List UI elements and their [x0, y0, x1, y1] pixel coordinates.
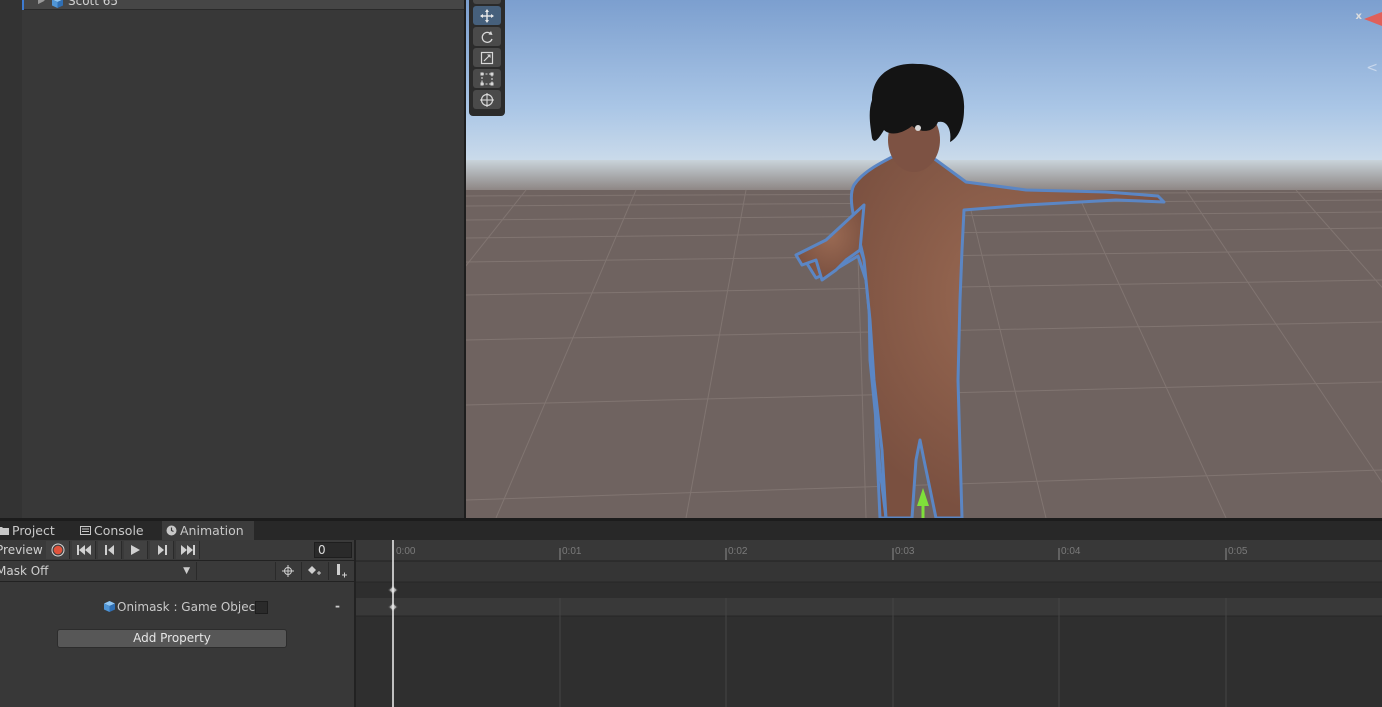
play-icon — [131, 545, 140, 555]
ruler-label: 0:03 — [895, 546, 915, 557]
record-icon — [51, 543, 64, 557]
rect-tool-icon[interactable] — [473, 69, 501, 88]
folder-icon — [0, 527, 9, 535]
tab-project[interactable]: Project — [0, 521, 64, 540]
clock-icon — [166, 525, 177, 536]
ruler-label: 0:02 — [728, 546, 748, 557]
first-keyframe-button[interactable] — [72, 541, 96, 559]
step-forward-icon — [157, 545, 167, 555]
prefab-cube-icon — [52, 0, 63, 8]
game-object-cube-icon — [104, 601, 115, 612]
scene-viewport[interactable] — [466, 0, 1382, 518]
add-event-icon — [336, 564, 347, 578]
tab-animation[interactable]: Animation — [162, 521, 254, 540]
property-label: Onimask : Game Object. — [117, 600, 264, 614]
ruler-label: 0:01 — [562, 546, 582, 557]
mask-dropdown[interactable]: Mask Off ▼ — [0, 562, 194, 580]
add-keyframe-icon — [307, 566, 321, 575]
frame-input[interactable]: 0 — [314, 542, 352, 558]
transform-tool-icon[interactable] — [473, 90, 501, 109]
tab-animation-label: Animation — [180, 523, 244, 538]
mask-row: Mask Off ▼ — [0, 561, 354, 582]
property-row[interactable]: Onimask : Game Object. - — [0, 598, 354, 616]
filter-keys-button[interactable] — [275, 562, 299, 580]
bottom-tab-bar: Project Console Animation — [0, 521, 1382, 540]
gizmo-back-label[interactable]: < — [1366, 60, 1378, 76]
prev-keyframe-button[interactable] — [98, 541, 122, 559]
tab-console-label: Console — [94, 523, 144, 538]
playback-controls: Preview 0 — [0, 540, 354, 561]
scene-view[interactable]: x < — [466, 0, 1382, 518]
last-keyframe-button[interactable] — [176, 541, 200, 559]
animation-controls-panel: Preview 0 Mask Off ▼ Onimask: Game Obje… — [0, 540, 354, 707]
add-keyframe-button[interactable] — [301, 562, 325, 580]
tab-project-label: Project — [12, 523, 55, 538]
hierarchy-panel: ▶ Scott 65 — [0, 0, 464, 518]
view-hand-icon[interactable] — [473, 0, 501, 4]
gizmo-x-arrow-icon[interactable] — [1362, 12, 1382, 26]
step-back-icon — [104, 545, 114, 555]
tab-console[interactable]: Console — [76, 521, 158, 540]
skip-to-end-icon — [180, 545, 195, 555]
record-button[interactable] — [46, 541, 70, 559]
move-tool-icon[interactable] — [473, 6, 501, 25]
mask-dropdown-label: Mask Off — [0, 564, 49, 578]
property-options-icon[interactable]: - — [335, 599, 340, 613]
add-event-button[interactable] — [328, 562, 352, 580]
scale-tool-icon[interactable] — [473, 48, 501, 67]
clip-selector[interactable] — [196, 562, 275, 580]
ruler-label: 0:00 — [396, 546, 416, 557]
selection-marker — [22, 0, 24, 10]
dopesheet-timeline[interactable]: 0:00 0:01 0:02 0:03 0:04 0:05 — [356, 540, 1382, 707]
ruler-label: 0:04 — [1061, 546, 1081, 557]
hierarchy-item-label[interactable]: Scott 65 — [68, 0, 118, 8]
preview-button[interactable]: Preview — [0, 540, 43, 561]
ruler-label: 0:05 — [1228, 546, 1248, 557]
timeline-canvas[interactable]: 0:00 0:01 0:02 0:03 0:04 0:05 — [356, 540, 1382, 707]
skip-to-start-icon — [76, 545, 91, 555]
expand-arrow-icon[interactable]: ▶ — [38, 0, 45, 6]
next-keyframe-button[interactable] — [150, 541, 174, 559]
hierarchy-gutter — [0, 0, 22, 518]
rotate-tool-icon[interactable] — [473, 27, 501, 46]
property-checkbox[interactable] — [255, 601, 268, 614]
crosshair-icon — [281, 565, 294, 577]
scene-tools-toolbar — [469, 0, 505, 116]
add-property-button[interactable]: Add Property — [57, 629, 287, 648]
chevron-down-icon: ▼ — [183, 566, 190, 576]
console-icon — [80, 526, 91, 535]
play-button[interactable] — [124, 541, 148, 559]
